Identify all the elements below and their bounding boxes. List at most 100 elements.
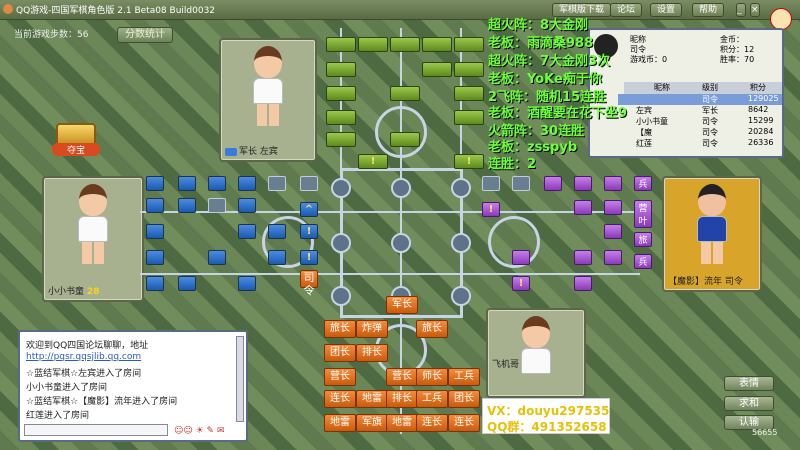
piece-orange[interactable]: 地雷 <box>386 414 418 432</box>
piece-purple-labeled[interactable]: 兵 <box>634 176 652 191</box>
draw-request-button[interactable]: 求和 <box>724 396 774 411</box>
piece-green[interactable] <box>390 132 420 147</box>
piece-orange[interactable]: 营长 <box>324 368 356 386</box>
minimize-button[interactable]: _ <box>736 3 746 17</box>
piece-orange[interactable]: 地雷 <box>356 390 388 408</box>
piece-purple-labeled[interactable]: 旅 <box>634 232 652 247</box>
piece-blue-flagged[interactable]: ^ <box>300 202 318 217</box>
user-avatar-small[interactable] <box>770 8 792 30</box>
piece-purple-flagged[interactable]: ! <box>512 276 530 291</box>
piece-orange[interactable]: 团长 <box>324 344 356 362</box>
piece-purple-labeled[interactable]: 兵 <box>634 254 652 269</box>
piece-purple[interactable] <box>574 176 592 191</box>
piece-purple[interactable] <box>544 176 562 191</box>
piece-green[interactable] <box>326 62 356 77</box>
piece-orange[interactable]: 连长 <box>416 414 448 432</box>
board-slot[interactable] <box>300 176 318 191</box>
piece-green[interactable] <box>390 86 420 101</box>
piece-blue[interactable] <box>178 176 196 191</box>
piece-purple[interactable] <box>574 250 592 265</box>
board-slot[interactable] <box>208 198 226 213</box>
chat-input[interactable] <box>24 424 168 436</box>
piece-orange[interactable]: 工兵 <box>448 368 480 386</box>
board-slot[interactable] <box>268 176 286 191</box>
ranklist-row[interactable]: 左宾 军长 8642 <box>618 105 782 116</box>
board-slot[interactable] <box>512 176 530 191</box>
piece-orange-highlight[interactable]: 司令 <box>300 270 318 297</box>
piece-blue[interactable] <box>178 198 196 213</box>
piece-purple[interactable] <box>604 250 622 265</box>
piece-blue[interactable] <box>208 176 226 191</box>
chat-forum-link[interactable]: http://pqsr.qqsjlib.qq.com <box>26 352 141 362</box>
board-node[interactable] <box>331 233 351 253</box>
piece-green[interactable] <box>326 37 356 52</box>
piece-blue[interactable] <box>238 176 256 191</box>
piece-blue[interactable] <box>268 224 286 239</box>
help-button[interactable]: 帮助 <box>692 3 725 17</box>
board-node[interactable] <box>451 233 471 253</box>
piece-blue[interactable] <box>238 198 256 213</box>
piece-green[interactable] <box>454 62 484 77</box>
piece-orange[interactable]: 地雷 <box>324 414 356 432</box>
piece-blue-flagged[interactable]: ! <box>300 250 318 265</box>
piece-blue[interactable] <box>238 276 256 291</box>
board-node[interactable] <box>391 233 411 253</box>
piece-orange[interactable]: 旅长 <box>324 320 356 338</box>
piece-orange[interactable]: 师长 <box>416 368 448 386</box>
board-slot[interactable] <box>482 176 500 191</box>
piece-blue[interactable] <box>208 250 226 265</box>
emoji-toolbar-icon[interactable]: ☺☺ ☀ ✎ ✉ <box>174 426 225 436</box>
piece-green-flagged[interactable]: ! <box>358 154 388 169</box>
ranklist-row[interactable]: 红莲 司令 26336 <box>618 138 782 149</box>
piece-orange[interactable]: 团长 <box>448 390 480 408</box>
close-button[interactable]: × <box>750 3 760 17</box>
piece-green[interactable] <box>358 37 388 52</box>
piece-orange[interactable]: 工兵 <box>416 390 448 408</box>
board-node[interactable] <box>451 178 471 198</box>
piece-purple[interactable] <box>574 200 592 215</box>
ranklist-row[interactable]: 小小书童 司令 15299 <box>618 116 782 127</box>
piece-purple-labeled[interactable]: 营叶 <box>634 200 652 228</box>
piece-green[interactable] <box>326 132 356 147</box>
settings-button[interactable]: 设置 <box>650 3 683 17</box>
piece-blue[interactable] <box>146 224 164 239</box>
piece-orange[interactable]: 连长 <box>448 414 480 432</box>
piece-green[interactable] <box>422 62 452 77</box>
piece-purple[interactable] <box>604 200 622 215</box>
piece-green[interactable] <box>422 37 452 52</box>
piece-orange[interactable]: 军长 <box>386 296 418 314</box>
piece-blue[interactable] <box>238 224 256 239</box>
piece-blue[interactable] <box>178 276 196 291</box>
piece-orange[interactable]: 旅长 <box>416 320 448 338</box>
piece-orange[interactable]: 排长 <box>356 344 388 362</box>
piece-orange[interactable]: 排长 <box>386 390 418 408</box>
piece-blue[interactable] <box>146 250 164 265</box>
piece-green-flagged[interactable]: ! <box>454 154 484 169</box>
piece-green[interactable] <box>326 110 356 125</box>
piece-blue[interactable] <box>268 250 286 265</box>
piece-orange[interactable]: 炸弹 <box>356 320 388 338</box>
forum-button[interactable]: 论坛 <box>610 3 643 17</box>
piece-orange[interactable]: 营长 <box>386 368 418 386</box>
board-node[interactable] <box>331 286 351 306</box>
piece-orange[interactable]: 连长 <box>324 390 356 408</box>
piece-orange[interactable]: 军旗 <box>356 414 388 432</box>
board-node[interactable] <box>391 178 411 198</box>
ranklist-row[interactable]: 司令 129025 <box>618 94 782 105</box>
piece-purple[interactable] <box>604 224 622 239</box>
piece-blue[interactable] <box>146 176 164 191</box>
board-node[interactable] <box>451 286 471 306</box>
piece-purple[interactable] <box>512 250 530 265</box>
chat-scrollbar[interactable] <box>236 336 244 422</box>
piece-green[interactable] <box>390 37 420 52</box>
piece-green[interactable] <box>454 110 484 125</box>
piece-purple-flagged[interactable]: ! <box>482 202 500 217</box>
piece-green[interactable] <box>454 86 484 101</box>
board-node[interactable] <box>331 178 351 198</box>
piece-purple[interactable] <box>574 276 592 291</box>
piece-blue-flagged[interactable]: ! <box>300 224 318 239</box>
ranklist-row[interactable]: 【魔 司令 20284 <box>618 127 782 138</box>
piece-blue[interactable] <box>146 276 164 291</box>
piece-purple[interactable] <box>604 176 622 191</box>
piece-green[interactable] <box>326 86 356 101</box>
